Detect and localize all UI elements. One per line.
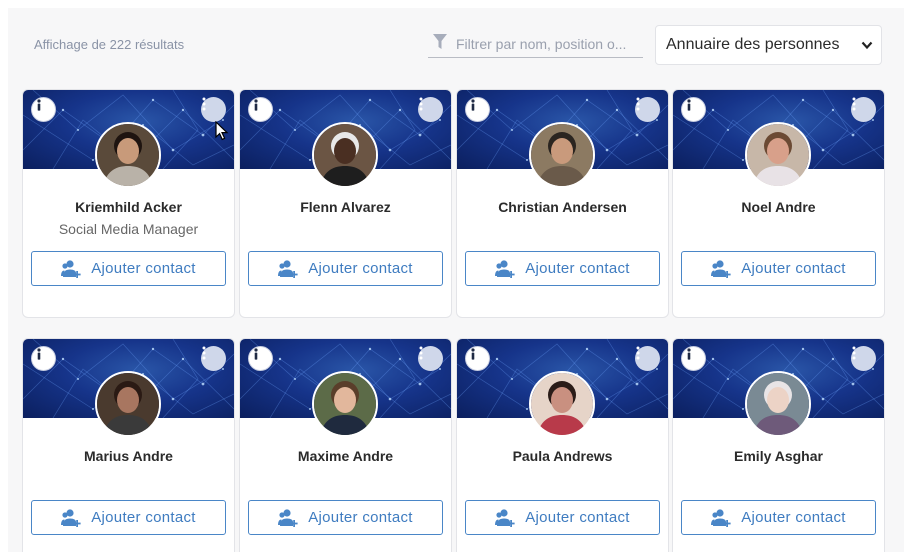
filter-field[interactable] xyxy=(428,30,643,58)
add-user-icon xyxy=(61,259,81,278)
directory-select-value: Annuaire des personnes xyxy=(666,36,840,53)
more-options-button[interactable] xyxy=(851,346,876,371)
person-card: Kriemhild Acker Social Media Manager Ajo… xyxy=(22,89,235,318)
add-contact-button[interactable]: Ajouter contact xyxy=(681,500,876,535)
person-card: Marius Andre Ajouter contact xyxy=(22,338,235,552)
add-contact-label: Ajouter contact xyxy=(91,260,196,277)
add-contact-button[interactable]: Ajouter contact xyxy=(248,500,443,535)
info-button[interactable] xyxy=(681,346,706,371)
person-name: Noel Andre xyxy=(741,199,816,215)
toolbar: Affichage de 222 résultats Annuaire des … xyxy=(8,8,904,78)
add-contact-button[interactable]: Ajouter contact xyxy=(465,500,660,535)
info-icon xyxy=(471,348,475,360)
person-name: Kriemhild Acker xyxy=(75,199,182,215)
add-contact-label: Ajouter contact xyxy=(91,509,196,526)
person-card: Maxime Andre Ajouter contact xyxy=(239,338,452,552)
info-icon xyxy=(471,99,475,111)
info-icon xyxy=(37,348,41,360)
filter-input[interactable] xyxy=(456,34,641,54)
add-contact-label: Ajouter contact xyxy=(525,509,630,526)
add-contact-label: Ajouter contact xyxy=(741,260,846,277)
vertical-dots-icon xyxy=(636,346,640,360)
more-options-button[interactable] xyxy=(201,97,226,122)
add-contact-button[interactable]: Ajouter contact xyxy=(31,500,226,535)
results-count: Affichage de 222 résultats xyxy=(34,37,185,52)
info-button[interactable] xyxy=(681,97,706,122)
add-user-icon xyxy=(278,508,298,527)
avatar xyxy=(745,371,811,437)
avatar xyxy=(95,371,161,437)
info-button[interactable] xyxy=(465,97,490,122)
person-card: Paula Andrews Ajouter contact xyxy=(456,338,669,552)
avatar xyxy=(529,371,595,437)
vertical-dots-icon xyxy=(202,346,206,360)
add-user-icon xyxy=(711,508,731,527)
avatar xyxy=(529,122,595,188)
vertical-dots-icon xyxy=(202,97,206,111)
vertical-dots-icon xyxy=(852,97,856,111)
info-icon xyxy=(687,348,691,360)
avatar xyxy=(312,122,378,188)
info-button[interactable] xyxy=(31,346,56,371)
info-button[interactable] xyxy=(248,346,273,371)
person-card: Noel Andre Ajouter contact xyxy=(672,89,885,318)
add-user-icon xyxy=(711,259,731,278)
info-icon xyxy=(254,99,258,111)
add-contact-label: Ajouter contact xyxy=(525,260,630,277)
vertical-dots-icon xyxy=(636,97,640,111)
more-options-button[interactable] xyxy=(418,97,443,122)
more-options-button[interactable] xyxy=(201,346,226,371)
info-icon xyxy=(687,99,691,111)
add-contact-button[interactable]: Ajouter contact xyxy=(681,251,876,286)
person-card: Flenn Alvarez Ajouter contact xyxy=(239,89,452,318)
directory-select[interactable]: Annuaire des personnes xyxy=(655,25,882,65)
person-name: Paula Andrews xyxy=(512,448,613,464)
person-name: Emily Asghar xyxy=(734,448,823,464)
add-contact-label: Ajouter contact xyxy=(308,509,413,526)
add-user-icon xyxy=(495,259,515,278)
info-button[interactable] xyxy=(248,97,273,122)
info-icon xyxy=(254,348,258,360)
more-options-button[interactable] xyxy=(635,346,660,371)
add-contact-label: Ajouter contact xyxy=(741,509,846,526)
person-name: Flenn Alvarez xyxy=(300,199,391,215)
vertical-dots-icon xyxy=(419,346,423,360)
add-contact-label: Ajouter contact xyxy=(308,260,413,277)
person-card: Emily Asghar Ajouter contact xyxy=(672,338,885,552)
vertical-dots-icon xyxy=(852,346,856,360)
add-contact-button[interactable]: Ajouter contact xyxy=(465,251,660,286)
more-options-button[interactable] xyxy=(851,97,876,122)
filter-icon xyxy=(433,34,447,49)
person-name: Marius Andre xyxy=(84,448,173,464)
add-contact-button[interactable]: Ajouter contact xyxy=(248,251,443,286)
add-contact-button[interactable]: Ajouter contact xyxy=(31,251,226,286)
add-user-icon xyxy=(61,508,81,527)
vertical-dots-icon xyxy=(419,97,423,111)
add-user-icon xyxy=(278,259,298,278)
more-options-button[interactable] xyxy=(635,97,660,122)
mouse-cursor xyxy=(215,121,229,141)
info-button[interactable] xyxy=(465,346,490,371)
more-options-button[interactable] xyxy=(418,346,443,371)
avatar xyxy=(95,122,161,188)
add-user-icon xyxy=(495,508,515,527)
avatar xyxy=(745,122,811,188)
info-icon xyxy=(37,99,41,111)
person-name: Christian Andersen xyxy=(498,199,627,215)
info-button[interactable] xyxy=(31,97,56,122)
person-card: Christian Andersen Ajouter contact xyxy=(456,89,669,318)
avatar xyxy=(312,371,378,437)
chevron-down-icon xyxy=(861,41,873,50)
person-position: Social Media Manager xyxy=(58,221,199,237)
directory-page: Affichage de 222 résultats Annuaire des … xyxy=(8,8,904,552)
person-name: Maxime Andre xyxy=(297,448,394,464)
